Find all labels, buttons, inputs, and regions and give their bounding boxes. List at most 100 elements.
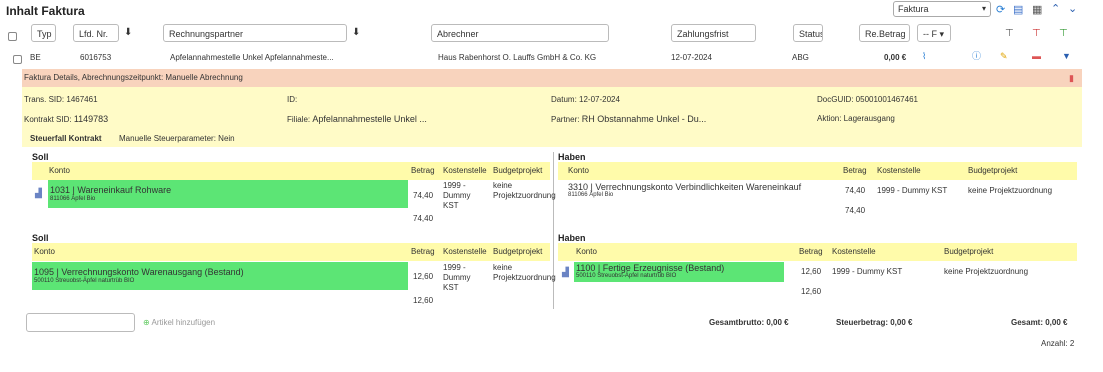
filter-typ[interactable]: Typ [31,24,56,42]
refresh-icon[interactable]: ⟳ [996,3,1005,16]
delete-icon[interactable]: ▬ [1032,52,1041,61]
trash-icon[interactable]: ▮ [1069,73,1074,84]
filter-re-betrag[interactable]: Re.Betrag [859,24,910,42]
col-betrag: Betrag [843,166,867,175]
row-betrag: 0,00 € [884,53,907,62]
save-filter-icon[interactable]: ⊤ [1059,28,1068,39]
filter-status[interactable]: Status [793,24,823,42]
add-article-button[interactable]: ⊕ Artikel hinzufügen [143,318,215,327]
info-icon[interactable]: ⓘ [972,52,981,61]
col-kostenstelle: Kostenstelle [877,166,921,175]
article-input[interactable] [26,313,135,332]
filter-select[interactable]: -- F ▾ [917,24,951,42]
col-betrag: Betrag [411,247,435,256]
divider [553,152,554,309]
haben-konto: 1100 | Fertige Erzeugnisse (Bestand) [576,263,725,273]
soll-total: 74,40 [413,214,434,223]
expand-icon[interactable]: ▼ [1062,52,1071,61]
col-konto: Konto [568,166,589,175]
steuerfall: Steuerfall Kontrakt [30,134,102,143]
haben-total: 74,40 [845,206,866,215]
aktion: Aktion: Lagerausgang [817,114,895,123]
detail-id: ID: [287,95,298,104]
row-abrechner: Haus Rabenhorst O. Lauffs GmbH & Co. KG [438,53,597,62]
soll-kst: 1999 - Dummy KST [443,181,471,210]
soll-title: Soll [32,152,49,162]
edit-icon[interactable]: ✎ [1000,52,1008,61]
chevron-up-icon[interactable]: ⌃ [1051,2,1060,15]
chevron-down-icon: ▾ [981,4,986,13]
haben-konto: 3310 | Verrechnungskonto Verbindlichkeit… [568,182,802,192]
col-kostenstelle: Kostenstelle [443,247,487,256]
col-konto: Konto [576,247,597,256]
row-lfd-nr: 6016753 [80,53,112,62]
view-select-value: Faktura [898,4,929,14]
clear-filter-icon[interactable]: ⊤ [1032,28,1041,39]
sort-down-icon[interactable]: ⬇ [352,27,360,38]
filter-select-value: -- F [923,29,937,39]
haben-konto-sub: 500110 Streuobst-Äpfel naturtrüb BIO [576,273,677,279]
filter-zahlungsfrist[interactable]: Zahlungsfrist [671,24,756,42]
haben-konto-sub: 811066 Äpfel Bio [568,192,614,198]
haben-betrag: 12,60 [801,267,822,276]
steuerbetrag: Steuerbetrag: 0,00 € [836,318,913,327]
filter-lfd-nr[interactable]: Lfd. Nr. [73,24,119,42]
page-title: Inhalt Faktura [6,4,85,18]
filiale-label: Filiale: [287,115,311,124]
calculator-icon[interactable]: ▦ [1032,3,1042,16]
export-icon[interactable]: ▤ [1013,3,1023,16]
chevron-down-nav-icon[interactable]: ⌄ [1068,2,1077,15]
trans-sid: Trans. SID: 1467461 [24,95,98,104]
row-datum: 12-07-2024 [671,53,712,62]
haben-betrag: 74,40 [845,186,866,195]
account-icon: ▟ [562,267,569,277]
steuerparam: Manuelle Steuerparameter: Nein [119,134,235,143]
select-all-checkbox[interactable] [8,32,17,41]
col-budgetprojekt: Budgetprojekt [493,247,543,256]
soll-title: Soll [32,233,49,243]
col-budgetprojekt: Budgetprojekt [493,166,543,175]
soll-kst: 1999 - Dummy KST [443,263,471,292]
kontrakt-value: 1149783 [73,114,109,124]
add-article-label: Artikel hinzufügen [151,318,216,327]
detail-datum: Datum: 12-07-2024 [551,95,620,104]
filter-icon[interactable]: ⊤ [1005,28,1014,39]
haben-kst: 1999 - Dummy KST [832,267,903,276]
row-status: ABG [792,53,809,62]
partner-value: RH Obstannahme Unkel - Du... [581,114,707,124]
soll-konto-sub: 500110 Streuobst-Äpfel naturtrüb BIO [34,278,135,284]
soll-budget: keine Projektzuordnung [493,263,556,282]
col-konto: Konto [34,247,55,256]
col-budgetprojekt: Budgetprojekt [968,166,1018,175]
col-betrag: Betrag [411,166,435,175]
haben-title: Haben [558,152,586,162]
filter-abrechner[interactable]: Abrechner [431,24,609,42]
gesamt: Gesamt: 0,00 € [1011,318,1068,327]
attachment-icon[interactable]: ⌇ [922,52,926,61]
soll-betrag: 74,40 [413,191,434,200]
row-checkbox[interactable] [13,55,22,64]
row-typ: BE [30,53,41,62]
haben-title: Haben [558,233,586,243]
col-budgetprojekt: Budgetprojekt [944,247,994,256]
haben-budget: keine Projektzuordnung [944,267,1029,276]
col-kostenstelle: Kostenstelle [443,166,487,175]
kontrakt-label: Kontrakt SID: [24,115,72,124]
view-select[interactable]: Faktura ▾ [893,1,991,17]
detail-docguid: DocGUID: 05001001467461 [817,95,918,104]
soll-total: 12,60 [413,296,434,305]
soll-konto-sub: 811066 Äpfel Bio [50,196,96,202]
soll-budget: keine Projektzuordnung [493,181,556,200]
haben-kst: 1999 - Dummy KST [877,186,948,195]
filter-rechnungspartner[interactable]: Rechnungspartner [163,24,347,42]
account-icon: ▟ [35,188,42,198]
haben-total: 12,60 [801,287,822,296]
partner: Partner: RH Obstannahme Unkel - Du... [551,114,706,124]
soll-betrag: 12,60 [413,272,434,281]
col-betrag: Betrag [799,247,823,256]
kontrakt-sid: Kontrakt SID: 1149783 [24,114,108,124]
plus-icon: ⊕ [143,318,150,327]
gesamtbrutto: Gesamtbrutto: 0,00 € [709,318,789,327]
col-konto: Konto [49,166,70,175]
sort-down-icon[interactable]: ⬇ [124,27,132,38]
